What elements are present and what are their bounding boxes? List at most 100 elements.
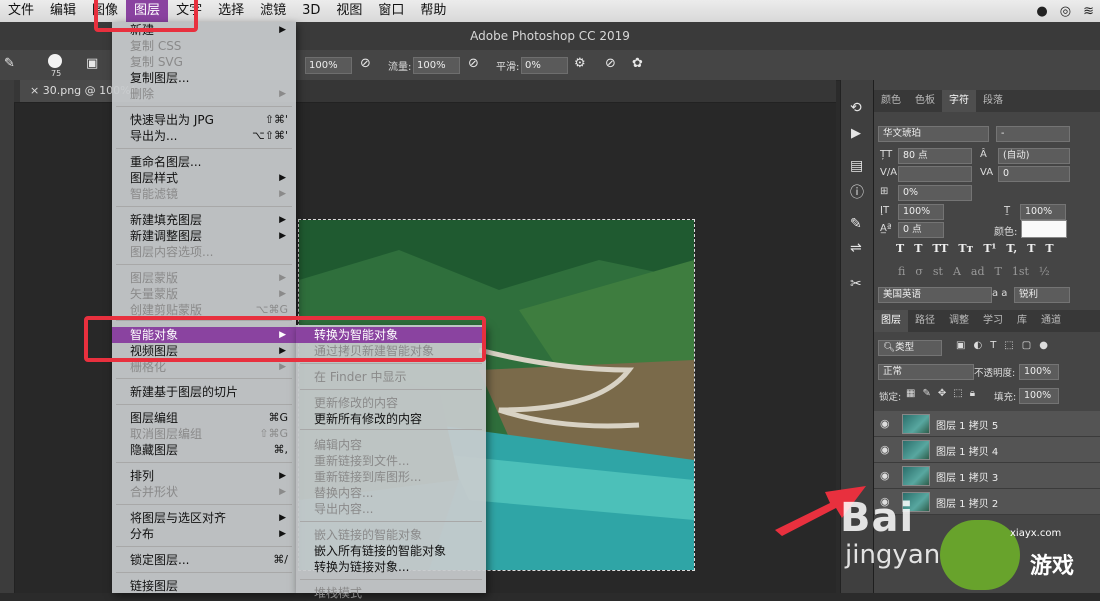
properties-icon[interactable]: ▤ [850, 158, 863, 174]
layer-opacity-input[interactable]: 100% [1019, 364, 1059, 380]
layer-menu-item[interactable]: 取消图层编组 ⇧⌘G [112, 426, 296, 442]
menu-3d[interactable]: 3D [294, 0, 328, 22]
layer-menu-item[interactable]: 图层编组 ⌘G [112, 410, 296, 426]
layer-menu-item[interactable]: 链接图层 [112, 578, 296, 594]
ligatures-button[interactable]: fi [898, 265, 905, 278]
tab-learn[interactable]: 学习 [976, 310, 1010, 332]
tab-character[interactable]: 字符 [942, 90, 976, 112]
fractions-button[interactable]: ½ [1039, 265, 1050, 278]
qq-icon[interactable]: ● [1036, 4, 1047, 19]
pressure-opacity-icon[interactable]: ⊘ [360, 56, 371, 71]
tsume-input[interactable]: 0% [898, 185, 972, 201]
font-style-select[interactable]: - [996, 126, 1070, 142]
layer-menu-item[interactable]: 将图层与选区对齐 ▶ [112, 510, 296, 526]
subscript-button[interactable]: T, [1006, 242, 1017, 255]
faux-italic-button[interactable]: T [914, 242, 922, 255]
symmetry-icon[interactable]: ✿ [632, 56, 643, 71]
menu-file[interactable]: 文件 [0, 0, 42, 22]
opacity-input[interactable]: 100% [305, 57, 352, 74]
tools-icon[interactable]: ✂ [850, 276, 862, 292]
layer-row[interactable]: ◉ 图层 1 拷贝 4 [874, 437, 1100, 463]
smart-object-menu-item[interactable]: 嵌入所有链接的智能对象 [296, 543, 486, 559]
tab-paths[interactable]: 路径 [908, 310, 942, 332]
strikethrough-button[interactable]: T [1045, 242, 1053, 255]
layer-menu-item[interactable]: 导出为... ⌥⇧⌘' [112, 128, 296, 144]
layer-menu-item[interactable]: 重命名图层... [112, 154, 296, 170]
smart-object-menu-item[interactable]: 重新链接到库图形... [296, 469, 486, 485]
history-icon[interactable]: ⟲ [850, 100, 862, 116]
layer-row[interactable]: ◉ 图层 1 拷贝 5 [874, 411, 1100, 437]
smart-object-menu-item[interactable]: 更新所有修改的内容 [296, 411, 486, 427]
smart-object-menu-item[interactable]: 转换为链接对象... [296, 559, 486, 575]
brush-settings-icon[interactable]: ▣ [86, 56, 98, 71]
layer-menu-item[interactable]: 智能滤镜 ▶ [112, 186, 296, 202]
adjustments-icon[interactable]: ⇌ [850, 240, 862, 256]
small-caps-button[interactable]: Tт [958, 242, 973, 255]
smart-object-menu-item[interactable]: 在 Finder 中显示 [296, 369, 486, 385]
all-caps-button[interactable]: TT [932, 242, 948, 255]
smart-object-menu-item[interactable]: 更新修改的内容 [296, 395, 486, 411]
filter-toggle-icon[interactable]: ● [1039, 340, 1048, 351]
shape-filter-icon[interactable]: ⬚ [1004, 340, 1013, 351]
ordinals-button[interactable]: 1st [1012, 265, 1029, 278]
tab-libraries[interactable]: 库 [1010, 310, 1034, 332]
layer-filter-select[interactable]: 🔍︎类型 [878, 340, 942, 356]
tracking-input[interactable]: 0 [998, 166, 1070, 182]
superscript-button[interactable]: T¹ [983, 242, 996, 255]
menu-help[interactable]: 帮助 [412, 0, 454, 22]
layer-menu-item[interactable]: 新建基于图层的切片 [112, 384, 296, 400]
close-icon[interactable]: × [30, 84, 43, 97]
leading-input[interactable]: (自动) [998, 148, 1070, 164]
layer-menu-item[interactable]: 删除 ▶ [112, 86, 296, 102]
smart-object-menu-item[interactable]: 堆栈模式 [296, 585, 486, 601]
brush-preset-icon[interactable] [48, 54, 62, 68]
brush-panel-icon[interactable]: ✎ [850, 216, 862, 232]
layer-menu-item[interactable]: 新建填充图层 ▶ [112, 212, 296, 228]
lock-image-icon[interactable]: ✎ [922, 388, 930, 399]
underline-button[interactable]: T [1027, 242, 1035, 255]
type-filter-icon[interactable]: T [990, 340, 996, 351]
discretionary-ligatures-button[interactable]: st [933, 265, 943, 278]
smart-object-menu-item[interactable]: 嵌入链接的智能对象 [296, 527, 486, 543]
layer-menu-item[interactable]: 图层蒙版 ▶ [112, 270, 296, 286]
contextual-alternates-button[interactable]: σ [915, 265, 923, 278]
menu-select[interactable]: 选择 [210, 0, 252, 22]
layer-fill-input[interactable]: 100% [1019, 388, 1059, 404]
layer-menu-item[interactable]: 复制 SVG [112, 54, 296, 70]
tab-paragraph[interactable]: 段落 [976, 90, 1010, 112]
lock-artboard-icon[interactable]: ⬚ [953, 388, 962, 399]
layer-menu-item[interactable]: 图层样式 ▶ [112, 170, 296, 186]
lock-position-icon[interactable]: ✥ [938, 388, 946, 399]
visibility-eye-icon[interactable]: ◉ [880, 443, 890, 456]
antialias-select[interactable]: 锐利 [1014, 287, 1070, 303]
smart-object-menu-item[interactable]: 替换内容... [296, 485, 486, 501]
font-family-select[interactable]: 华文琥珀 [878, 126, 989, 142]
blend-mode-select[interactable]: 正常 [878, 364, 974, 380]
layer-menu-item[interactable]: 矢量蒙版 ▶ [112, 286, 296, 302]
horizontal-scale-input[interactable]: 100% [1020, 204, 1066, 220]
layer-menu-item[interactable]: 快速导出为 JPG ⇧⌘' [112, 112, 296, 128]
adjustment-filter-icon[interactable]: ◐ [973, 340, 982, 351]
menu-window[interactable]: 窗口 [370, 0, 412, 22]
info-icon[interactable]: ⓘ [850, 182, 864, 202]
layer-menu-item[interactable]: 图层内容选项... [112, 244, 296, 260]
brush-tool-icon[interactable]: ✎ [4, 56, 15, 71]
smart-object-filter-icon[interactable]: ▢ [1022, 340, 1031, 351]
status-icon[interactable]: ◎ [1060, 4, 1071, 19]
visibility-eye-icon[interactable]: ◉ [880, 469, 890, 482]
tab-channels[interactable]: 通道 [1034, 310, 1068, 332]
menu-filter[interactable]: 滤镜 [252, 0, 294, 22]
kerning-input[interactable] [898, 166, 972, 182]
tab-swatches[interactable]: 色板 [908, 90, 942, 112]
pixel-filter-icon[interactable]: ▣ [956, 340, 965, 351]
lock-all-icon[interactable]: 🔒︎ [970, 388, 975, 399]
layer-menu-item[interactable]: 复制 CSS [112, 38, 296, 54]
layer-menu-item[interactable]: 新建调整图层 ▶ [112, 228, 296, 244]
smart-object-menu-item[interactable]: 导出内容... [296, 501, 486, 517]
titling-alternates-button[interactable]: T [995, 265, 1002, 278]
tab-adjustments[interactable]: 调整 [942, 310, 976, 332]
layer-menu-item[interactable]: 隐藏图层 ⌘, [112, 442, 296, 458]
color-swatch[interactable] [1021, 220, 1067, 238]
airbrush-icon[interactable]: ⊘ [468, 56, 479, 71]
layer-menu-item[interactable]: 锁定图层... ⌘/ [112, 552, 296, 568]
